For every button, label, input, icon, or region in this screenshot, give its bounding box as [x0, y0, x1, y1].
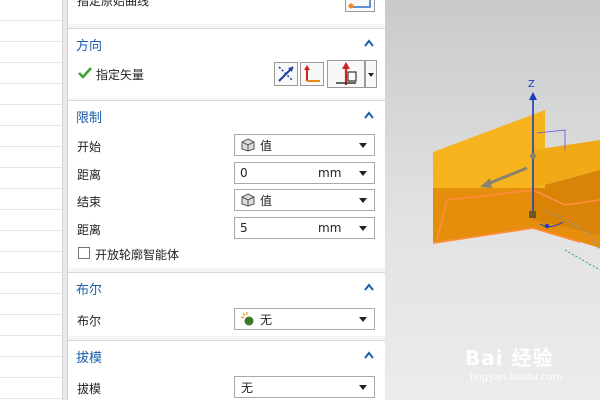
list-item[interactable]	[0, 252, 62, 273]
start-label: 开始	[77, 140, 102, 154]
end-distance-input[interactable]: 5 mm	[234, 217, 375, 239]
list-item[interactable]	[0, 357, 62, 378]
end-label: 结束	[77, 195, 102, 209]
section-title: 限制	[76, 110, 103, 126]
section-header[interactable]: 拔模	[68, 341, 385, 371]
section-header[interactable]: 限制	[68, 101, 385, 131]
list-item[interactable]	[0, 0, 62, 21]
chevron-down-icon	[368, 73, 374, 77]
watermark: Bai 经验	[465, 346, 554, 370]
list-item[interactable]	[0, 378, 62, 399]
section-curve: 指定原始曲线	[68, 0, 385, 24]
select-curve-label: 指定原始曲线	[77, 0, 150, 8]
curve-icon	[348, 0, 371, 9]
end-limit-value: 值	[260, 193, 273, 208]
end-limit-select[interactable]: 值	[234, 189, 375, 211]
bomb-icon	[241, 312, 254, 326]
open-profile-label: 开放轮廓智能体	[95, 248, 180, 262]
section-title: 方向	[76, 38, 103, 54]
list-item[interactable]	[0, 42, 62, 63]
list-item[interactable]	[0, 147, 62, 168]
open-profile-checkbox[interactable]	[78, 247, 90, 259]
chevron-down-icon[interactable]	[359, 226, 367, 231]
draft-value: 无	[241, 380, 254, 395]
vector-icon	[304, 65, 320, 82]
list-item[interactable]	[0, 105, 62, 126]
collapse-icon[interactable]	[363, 37, 375, 49]
list-item[interactable]	[0, 336, 62, 357]
list-item[interactable]	[0, 63, 62, 84]
section-title: 拔模	[76, 350, 103, 366]
start-limit-select[interactable]: 值	[234, 134, 375, 156]
list-item[interactable]	[0, 210, 62, 231]
draft-select[interactable]: 无	[234, 376, 375, 398]
section-direction: 方向 指定矢量	[68, 28, 385, 98]
chevron-down-icon	[359, 143, 367, 148]
list-item[interactable]	[0, 168, 62, 189]
unit-label: mm	[318, 166, 342, 180]
unit-label: mm	[318, 221, 342, 235]
section-title: 布尔	[76, 282, 103, 298]
chevron-down-icon	[359, 198, 367, 203]
list-item[interactable]	[0, 294, 62, 315]
section-draft: 拔模 拔模 无	[68, 340, 385, 400]
cube-icon	[241, 193, 255, 207]
section-boolean: 布尔 布尔 无	[68, 272, 385, 336]
watermark-url: jingyan.baidu.com	[470, 372, 563, 383]
boolean-label: 布尔	[77, 314, 102, 328]
inferred-vector-button[interactable]	[300, 62, 324, 86]
draft-label: 拔模	[77, 382, 102, 396]
specify-vector-label: 指定矢量	[96, 68, 145, 82]
collapse-icon[interactable]	[363, 109, 375, 121]
list-item[interactable]	[0, 273, 62, 294]
vector-dialog-button[interactable]	[327, 60, 365, 88]
extruded-solid-model[interactable]	[385, 0, 600, 400]
start-limit-value: 值	[260, 138, 273, 153]
start-distance-input[interactable]: 0 mm	[234, 162, 375, 184]
curve-select-button[interactable]	[345, 0, 375, 12]
extrude-dialog: 指定原始曲线 方向 指定矢量 限制 开始 值 距离 0 mm 结束 值 距离 5…	[68, 0, 385, 400]
cube-icon	[241, 138, 255, 152]
section-limits: 限制 开始 值 距离 0 mm 结束 值 距离 5 mm 开放轮廓智能体	[68, 100, 385, 268]
section-header[interactable]: 布尔	[68, 273, 385, 303]
axis-vector-icon	[336, 62, 357, 85]
boolean-select[interactable]: 无	[234, 308, 375, 330]
boolean-value: 无	[260, 312, 273, 327]
chevron-down-icon	[359, 317, 367, 322]
chevron-down-icon[interactable]	[359, 171, 367, 176]
check-icon	[78, 67, 92, 79]
list-item[interactable]	[0, 189, 62, 210]
end-distance-value: 5	[240, 221, 248, 235]
collapse-icon[interactable]	[363, 281, 375, 293]
distance-label: 距离	[77, 168, 102, 182]
list-item[interactable]	[0, 21, 62, 42]
collapse-icon[interactable]	[363, 349, 375, 361]
z-axis-label: Z	[528, 79, 535, 90]
list-item[interactable]	[0, 315, 62, 336]
reverse-direction-button[interactable]	[274, 62, 298, 86]
graphics-viewport[interactable]: Z	[385, 0, 600, 400]
start-distance-value: 0	[240, 166, 248, 180]
section-header[interactable]: 方向	[68, 29, 385, 59]
list-item[interactable]	[0, 84, 62, 105]
chevron-down-icon	[359, 385, 367, 390]
vector-type-dropdown[interactable]	[365, 60, 377, 88]
list-item[interactable]	[0, 126, 62, 147]
reverse-direction-icon	[278, 66, 294, 82]
navigator-list[interactable]	[0, 0, 63, 400]
list-item[interactable]	[0, 231, 62, 252]
distance-label: 距离	[77, 223, 102, 237]
